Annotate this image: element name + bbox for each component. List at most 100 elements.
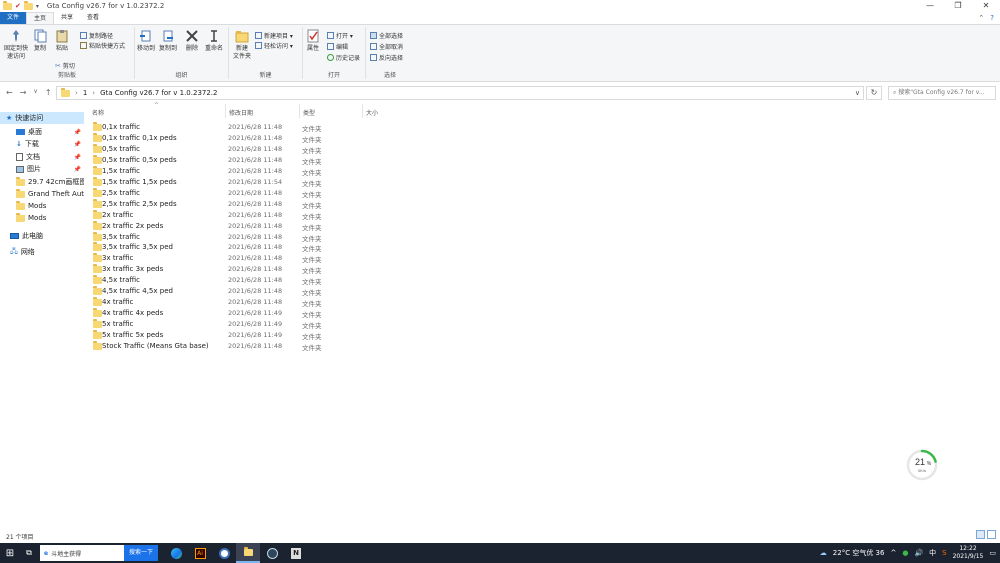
file-row[interactable]: 5x traffic 2021/6/28 11:49 文件夹 xyxy=(88,319,388,330)
back-arrow-icon[interactable]: ← xyxy=(6,88,13,97)
paste-shortcut-button[interactable]: 粘贴快捷方式 xyxy=(80,41,125,50)
new-folder-icon[interactable] xyxy=(23,0,33,10)
up-arrow-icon[interactable]: ↑ xyxy=(45,88,52,97)
close-button[interactable]: ✕ xyxy=(972,0,1000,12)
breadcrumb-root[interactable]: 1 xyxy=(83,89,87,97)
column-divider[interactable] xyxy=(299,104,300,118)
nav-item-documents[interactable]: 文档 📌 xyxy=(0,151,84,163)
taskbar-app-circle[interactable] xyxy=(212,543,236,563)
file-row[interactable]: 2x traffic 2x peds 2021/6/28 11:48 文件夹 xyxy=(88,220,388,232)
taskbar-app-file-explorer[interactable] xyxy=(236,543,261,563)
file-row[interactable]: 3,5x traffic 3,5x ped 2021/6/28 11:48 文件夹 xyxy=(88,242,388,253)
file-row[interactable]: 2,5x traffic 2021/6/28 11:48 文件夹 xyxy=(88,187,388,199)
nav-item-quick-access[interactable]: ★ 快速访问 xyxy=(0,112,84,124)
sogou-icon[interactable]: S xyxy=(942,549,946,557)
taskbar-app-illustrator[interactable]: Ai xyxy=(188,543,212,563)
nav-item-this-pc[interactable]: 此电脑 xyxy=(0,230,84,242)
weather-icon[interactable]: ☁ xyxy=(820,549,827,557)
expand-tray-icon[interactable]: ^ xyxy=(890,549,896,557)
column-divider[interactable] xyxy=(362,104,363,118)
column-name[interactable]: 名称 xyxy=(92,108,104,117)
breadcrumb-current[interactable]: Gta Config v26.7 for v 1.0.2372.2 xyxy=(100,89,217,97)
taskbar-app-edge[interactable] xyxy=(164,543,188,563)
maximize-button[interactable]: ❐ xyxy=(944,0,972,12)
tab-file[interactable]: 文件 xyxy=(0,12,27,24)
forward-arrow-icon[interactable]: → xyxy=(20,88,27,97)
address-bar[interactable]: › 1 › Gta Config v26.7 for v 1.0.2372.2 … xyxy=(56,86,864,100)
weather-text[interactable]: 22°C 空气优 36 xyxy=(833,548,885,558)
nav-item-folder[interactable]: Mods xyxy=(0,212,84,224)
file-row[interactable]: 1,5x traffic 1,5x peds 2021/6/28 11:54 文件夹 xyxy=(88,176,388,188)
nav-item-folder[interactable]: 29.7 42cm画框图纸 xyxy=(0,176,84,188)
start-button[interactable]: ⊞ xyxy=(0,548,20,559)
refresh-button[interactable]: ↻ xyxy=(866,86,882,100)
open-button[interactable]: 打开 ▾ xyxy=(327,31,353,40)
paste-button[interactable]: 粘贴 xyxy=(55,29,69,53)
nav-item-desktop[interactable]: 桌面 📌 xyxy=(0,126,84,138)
search-input[interactable]: ⌕ 搜索"Gta Config v26.7 for v... xyxy=(888,86,996,100)
ime-indicator[interactable]: 中 xyxy=(929,548,936,558)
file-row[interactable]: 4x traffic 2021/6/28 11:48 文件夹 xyxy=(88,297,388,308)
details-view-button[interactable] xyxy=(976,530,985,539)
delete-button[interactable]: 删除 xyxy=(185,29,199,53)
file-row[interactable]: 4,5x traffic 4,5x ped 2021/6/28 11:48 文件夹 xyxy=(88,286,388,297)
new-folder-button[interactable]: 新建 文件夹 xyxy=(233,29,251,61)
easy-access-button[interactable]: 轻松访问 ▾ xyxy=(255,41,293,50)
file-row[interactable]: 0,5x traffic 0,5x peds 2021/6/28 11:48 文件夹 xyxy=(88,154,388,166)
invert-selection-button[interactable]: 反向选择 xyxy=(370,53,403,62)
minimize-button[interactable]: — xyxy=(916,0,944,12)
copy-button[interactable]: 复制 xyxy=(33,29,47,53)
file-row[interactable]: 3x traffic 2021/6/28 11:48 文件夹 xyxy=(88,253,388,264)
help-icon[interactable]: ? xyxy=(990,12,994,24)
tab-home[interactable]: 主页 xyxy=(26,12,55,24)
chevron-down-icon[interactable]: ▾ xyxy=(36,3,39,10)
history-button[interactable]: 历史记录 xyxy=(327,53,360,62)
nav-item-network[interactable]: 🖧 网络 xyxy=(0,246,84,258)
file-row[interactable]: 4,5x traffic 2021/6/28 11:48 文件夹 xyxy=(88,275,388,286)
volume-icon[interactable]: 🔊 xyxy=(914,549,923,557)
new-item-button[interactable]: 新建项目 ▾ xyxy=(255,31,293,40)
taskbar-app-steam[interactable] xyxy=(260,543,284,563)
select-all-button[interactable]: 全部选择 xyxy=(370,31,403,40)
clock[interactable]: 12:22 2021/9/15 xyxy=(953,545,984,561)
taskbar-search-button[interactable]: 搜索一下 xyxy=(124,545,159,561)
file-row[interactable]: 2,5x traffic 2,5x peds 2021/6/28 11:48 文件夹 xyxy=(88,198,388,210)
nav-item-folder[interactable]: Mods xyxy=(0,200,84,212)
chevron-down-icon[interactable]: ∨ xyxy=(855,89,863,97)
edit-button[interactable]: 编辑 xyxy=(327,42,348,51)
file-row[interactable]: 1,5x traffic 2021/6/28 11:48 文件夹 xyxy=(88,165,388,177)
network-speed-gauge[interactable]: 21 % 0K/s xyxy=(905,448,939,482)
wechat-icon[interactable]: ● xyxy=(902,549,908,557)
column-size[interactable]: 大小 xyxy=(366,108,378,117)
nav-item-downloads[interactable]: ↓ 下载 📌 xyxy=(0,138,84,150)
cut-button[interactable]: ✂ 剪切 xyxy=(55,61,75,71)
large-icons-view-button[interactable] xyxy=(987,530,996,539)
chevron-up-icon[interactable]: ⌃ xyxy=(978,12,984,24)
column-divider[interactable] xyxy=(225,104,226,118)
nav-item-pictures[interactable]: 图片 📌 xyxy=(0,163,84,175)
copy-path-button[interactable]: 复制路径 xyxy=(80,31,113,40)
file-row[interactable]: 0,1x traffic 0,1x peds 2021/6/28 11:48 文件夹 xyxy=(88,132,388,144)
notification-icon[interactable]: ▭ xyxy=(989,549,996,557)
file-row[interactable]: 0,1x traffic 2021/6/28 11:48 文件夹 xyxy=(88,122,388,133)
file-row[interactable]: 4x traffic 4x peds 2021/6/28 11:49 文件夹 xyxy=(88,308,388,319)
tab-view[interactable]: 查看 xyxy=(80,12,106,24)
recent-dropdown-icon[interactable]: ∨ xyxy=(33,88,37,97)
file-row[interactable]: 2x traffic 2021/6/28 11:48 文件夹 xyxy=(88,209,388,221)
move-to-button[interactable]: 移动到 xyxy=(137,29,155,53)
column-type[interactable]: 类型 xyxy=(303,108,315,117)
tab-share[interactable]: 共享 xyxy=(54,12,80,24)
taskbar-app-notepad[interactable]: N xyxy=(284,543,308,563)
properties-icon[interactable]: ✔ xyxy=(15,2,21,10)
rename-button[interactable]: 重命名 xyxy=(205,29,223,53)
select-none-button[interactable]: 全部取消 xyxy=(370,42,403,51)
file-row[interactable]: 3x traffic 3x peds 2021/6/28 11:48 文件夹 xyxy=(88,264,388,275)
taskbar-search-input[interactable]: e 斗地主获得 xyxy=(40,545,124,561)
column-date[interactable]: 修改日期 xyxy=(229,108,253,117)
pin-quick-access-button[interactable]: 固定到快 速访问 xyxy=(4,29,28,61)
file-row[interactable]: 0,5x traffic 2021/6/28 11:48 文件夹 xyxy=(88,143,388,155)
task-view-button[interactable]: ⧉ xyxy=(20,548,38,558)
nav-item-folder[interactable]: Grand Theft Auto xyxy=(0,188,84,200)
copy-to-button[interactable]: 复制到 xyxy=(159,29,177,53)
file-row[interactable]: Stock Traffic (Means Gta base) 2021/6/28 … xyxy=(88,341,388,352)
